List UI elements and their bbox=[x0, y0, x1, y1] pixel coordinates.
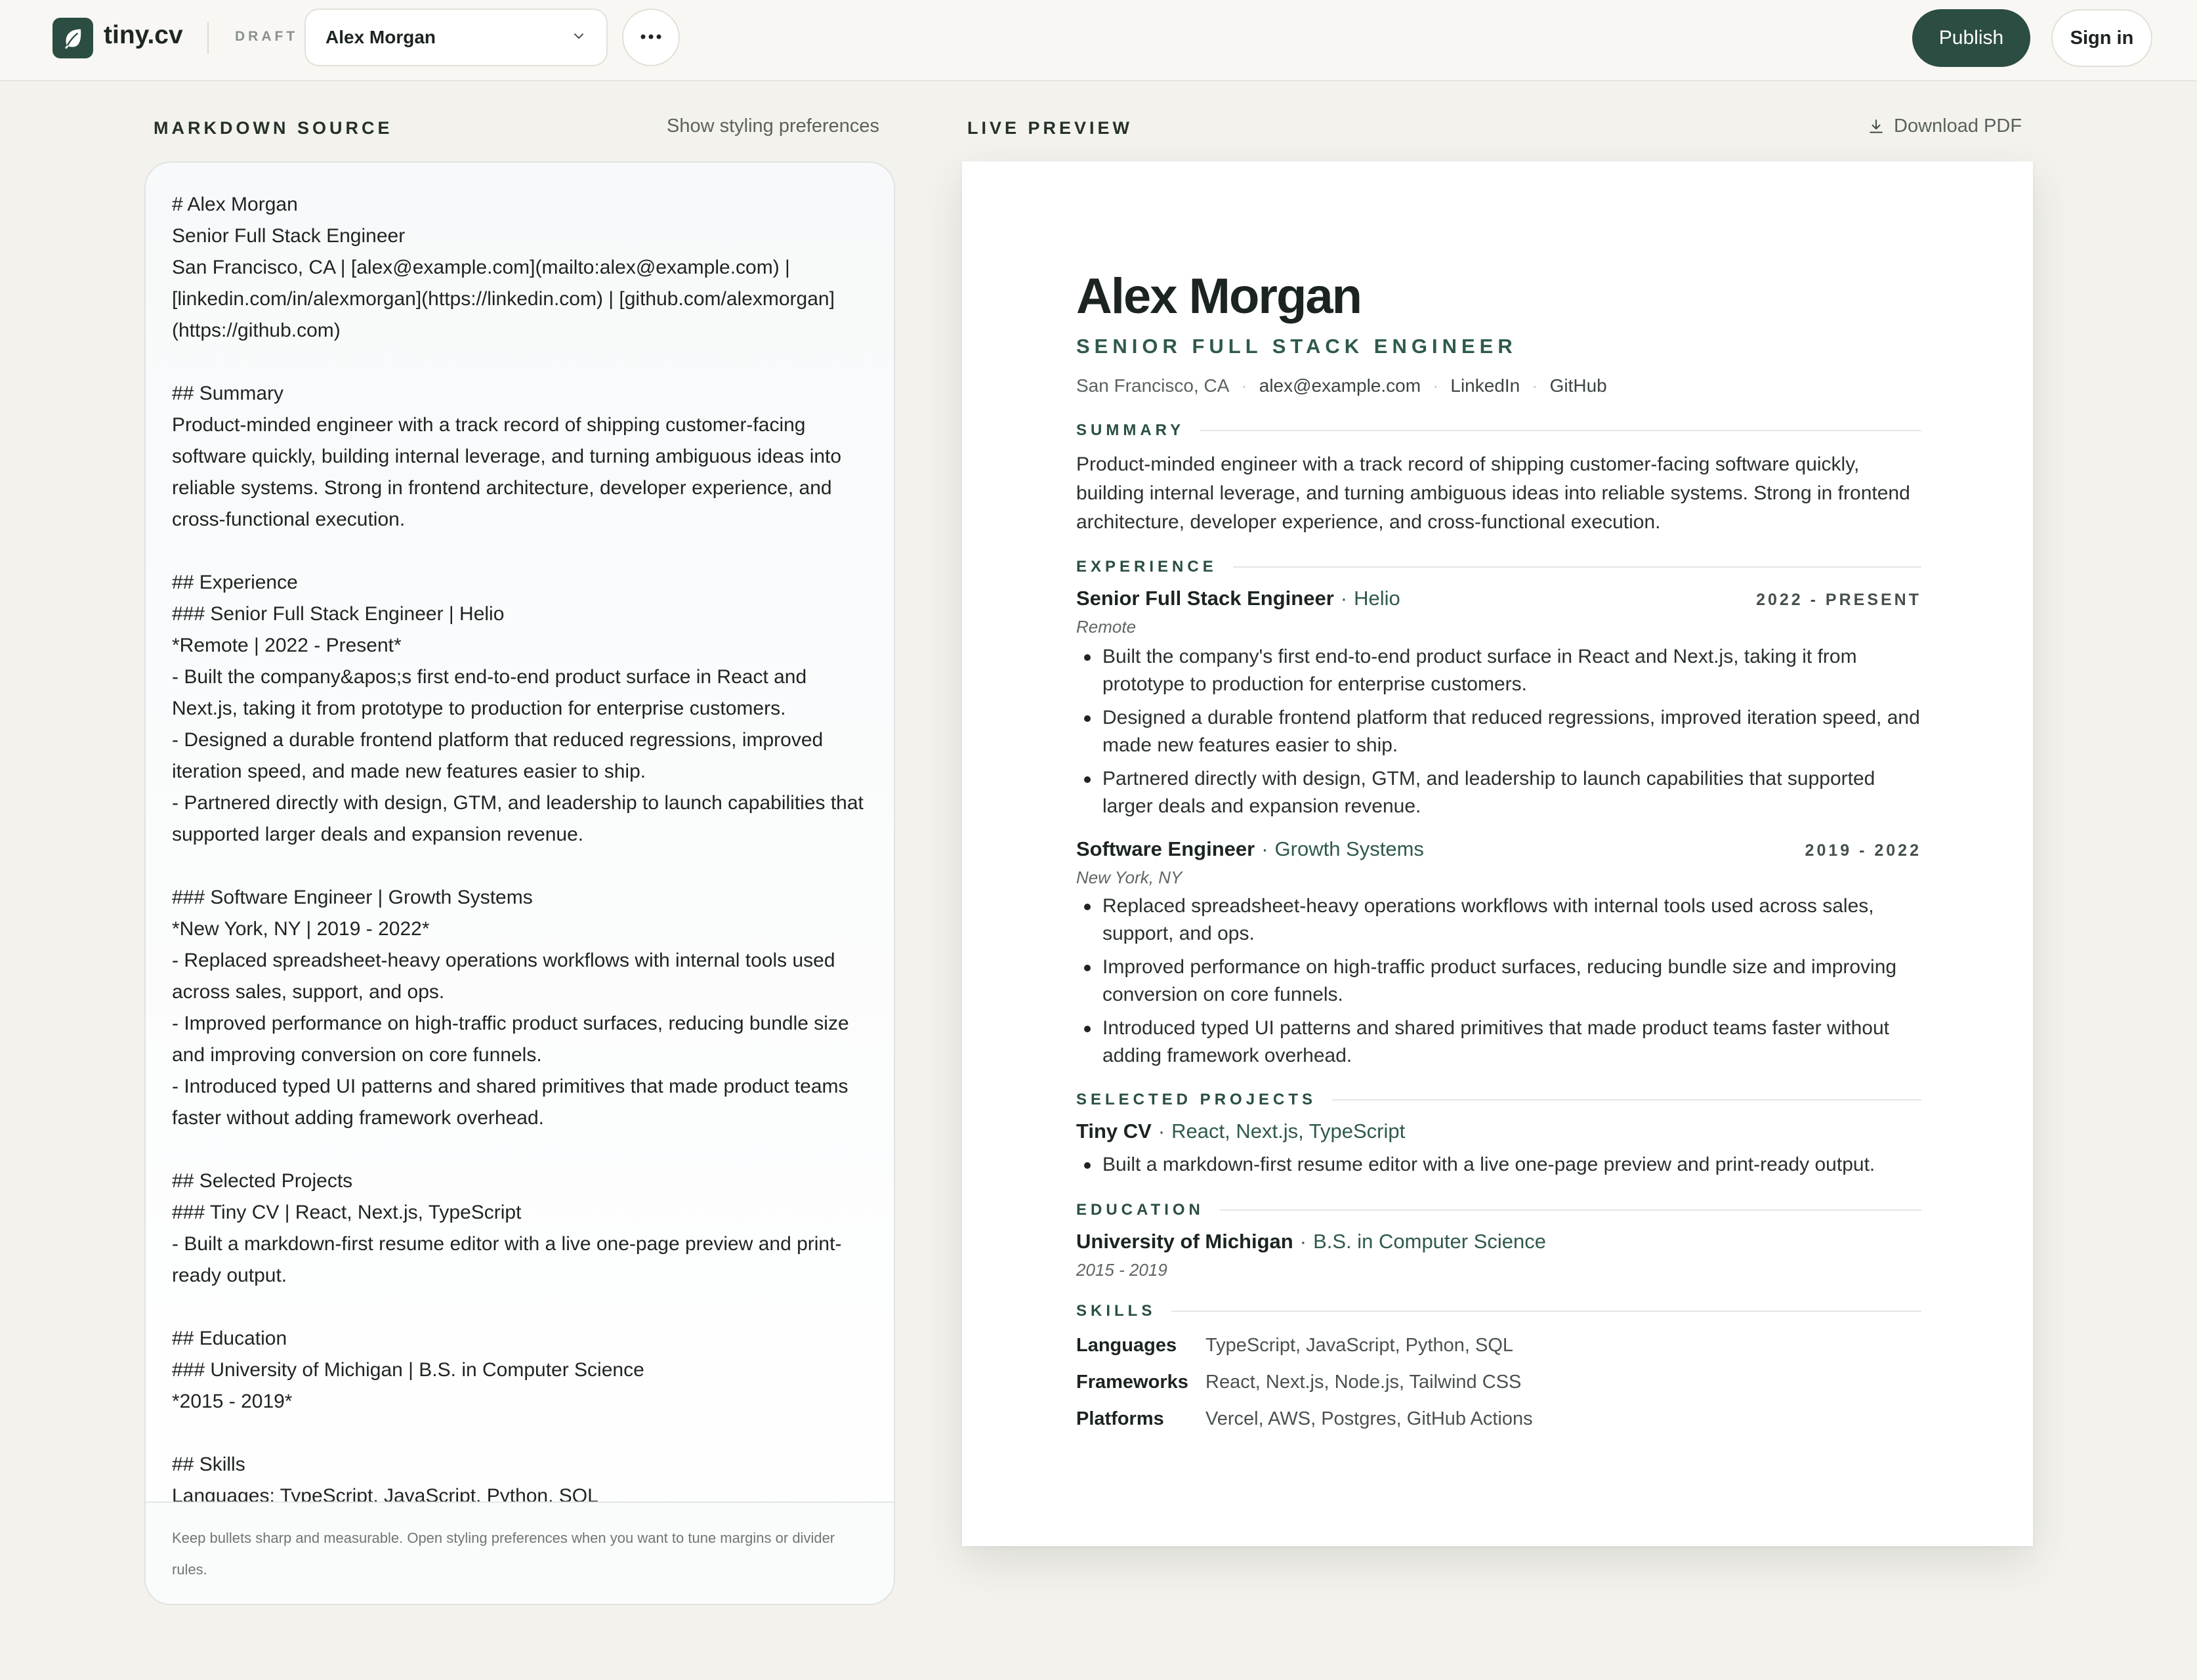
skill-value: React, Next.js, Node.js, Tailwind CSS bbox=[1205, 1372, 1522, 1393]
dot-separator: · bbox=[1340, 587, 1348, 610]
project-name: Tiny CV bbox=[1076, 1120, 1152, 1143]
job-title: Senior Full Stack Engineer bbox=[1076, 587, 1334, 610]
skill-value: Vercel, AWS, Postgres, GitHub Actions bbox=[1205, 1408, 1533, 1429]
education-dates: 2015 - 2019 bbox=[1076, 1260, 1167, 1280]
skill-key: Languages bbox=[1076, 1335, 1177, 1356]
section-label: EXPERIENCE bbox=[1076, 558, 1217, 576]
resume-contact: San Francisco, CA · alex@example.com · L… bbox=[1076, 375, 1607, 396]
markdown-editor-panel: # Alex Morgan Senior Full Stack Engineer… bbox=[144, 161, 895, 1605]
education-section-heading: EDUCATION bbox=[1076, 1201, 1921, 1219]
top-bar: tiny.cv DRAFT Alex Morgan Publish Sign i… bbox=[0, 0, 2197, 81]
skill-key: Frameworks bbox=[1076, 1372, 1188, 1393]
status-badge: DRAFT bbox=[235, 29, 299, 44]
skill-key: Platforms bbox=[1076, 1408, 1164, 1429]
more-options-button[interactable] bbox=[622, 9, 680, 66]
contact-email-link[interactable]: alex@example.com bbox=[1259, 375, 1421, 396]
dot-separator: · bbox=[1299, 1230, 1307, 1253]
app-logo-text[interactable]: tiny.cv bbox=[104, 21, 183, 50]
bullet-item: Partnered directly with design, GTM, and… bbox=[1076, 765, 1923, 820]
project-stack: React, Next.js, TypeScript bbox=[1171, 1120, 1406, 1143]
job-company: Growth Systems bbox=[1274, 837, 1424, 860]
section-rule bbox=[1219, 1209, 1921, 1211]
section-rule bbox=[1171, 1311, 1921, 1312]
dot-separator: · bbox=[1532, 375, 1538, 396]
experience-section-heading: EXPERIENCE bbox=[1076, 558, 1921, 576]
job-bullets: Replaced spreadsheet-heavy operations wo… bbox=[1076, 892, 1923, 1076]
bullet-item: Designed a durable frontend platform tha… bbox=[1076, 704, 1923, 759]
section-rule bbox=[1200, 430, 1921, 431]
markdown-source-textarea[interactable]: # Alex Morgan Senior Full Stack Engineer… bbox=[172, 189, 868, 1502]
leaf-icon[interactable] bbox=[52, 18, 93, 58]
contact-github-link[interactable]: GitHub bbox=[1550, 375, 1607, 396]
summary-section-heading: SUMMARY bbox=[1076, 421, 1921, 440]
resume-name: Alex Morgan bbox=[1076, 268, 1362, 324]
skills-section-heading: SKILLS bbox=[1076, 1302, 1921, 1320]
project-bullets: Built a markdown-first resume editor wit… bbox=[1076, 1151, 1923, 1185]
job-dates: 2022 - PRESENT bbox=[1756, 591, 1921, 609]
chevron-down-icon bbox=[571, 28, 587, 47]
contact-location: San Francisco, CA bbox=[1076, 375, 1230, 396]
job-location: Remote bbox=[1076, 617, 1137, 637]
contact-linkedin-link[interactable]: LinkedIn bbox=[1450, 375, 1520, 396]
ellipsis-icon bbox=[640, 32, 662, 43]
document-select[interactable]: Alex Morgan bbox=[304, 9, 608, 66]
skill-row: Platforms Vercel, AWS, Postgres, GitHub … bbox=[1076, 1408, 1533, 1430]
job-company: Helio bbox=[1354, 587, 1400, 610]
section-label: SKILLS bbox=[1076, 1302, 1156, 1320]
resume-title: SENIOR FULL STACK ENGINEER bbox=[1076, 335, 1517, 358]
bullet-item: Built the company's first end-to-end pro… bbox=[1076, 643, 1923, 698]
markdown-source-heading: MARKDOWN SOURCE bbox=[154, 118, 393, 138]
editor-hint: Keep bullets sharp and measurable. Open … bbox=[146, 1502, 894, 1604]
summary-text: Product-minded engineer with a track rec… bbox=[1076, 453, 1910, 533]
job-bullets: Built the company's first end-to-end pro… bbox=[1076, 643, 1923, 826]
skill-value: TypeScript, JavaScript, Python, SQL bbox=[1205, 1335, 1514, 1356]
download-pdf-button[interactable]: Download PDF bbox=[1868, 116, 2022, 137]
document-name: Alex Morgan bbox=[325, 27, 436, 47]
skill-row: Frameworks React, Next.js, Node.js, Tail… bbox=[1076, 1372, 1521, 1393]
skill-row: Languages TypeScript, JavaScript, Python… bbox=[1076, 1335, 1513, 1356]
dot-separator: · bbox=[1261, 837, 1268, 860]
show-styling-preferences-link[interactable]: Show styling preferences bbox=[667, 116, 879, 137]
bullet-item: Improved performance on high-traffic pro… bbox=[1076, 954, 1923, 1009]
job-dates: 2019 - 2022 bbox=[1805, 841, 1921, 860]
dot-separator: · bbox=[1158, 1120, 1165, 1143]
bullet-item: Replaced spreadsheet-heavy operations wo… bbox=[1076, 892, 1923, 948]
section-label: SUMMARY bbox=[1076, 421, 1185, 439]
download-icon bbox=[1868, 118, 1885, 135]
sign-in-button[interactable]: Sign in bbox=[2051, 9, 2152, 67]
section-rule bbox=[1332, 1099, 1921, 1101]
resume-preview: Alex Morgan SENIOR FULL STACK ENGINEER S… bbox=[962, 161, 2033, 1546]
bullet-item: Introduced typed UI patterns and shared … bbox=[1076, 1015, 1923, 1070]
publish-button[interactable]: Publish bbox=[1912, 9, 2030, 67]
divider bbox=[207, 22, 209, 54]
dot-separator: · bbox=[1241, 375, 1247, 396]
project-heading: Tiny CV · React, Next.js, TypeScript bbox=[1076, 1120, 1921, 1143]
section-label: SELECTED PROJECTS bbox=[1076, 1091, 1317, 1108]
job-heading: Software Engineer · Growth Systems 2019 … bbox=[1076, 837, 1921, 861]
projects-section-heading: SELECTED PROJECTS bbox=[1076, 1091, 1921, 1109]
live-preview-heading: LIVE PREVIEW bbox=[967, 118, 1133, 138]
education-heading: University of Michigan · B.S. in Compute… bbox=[1076, 1230, 1921, 1253]
job-heading: Senior Full Stack Engineer · Helio 2022 … bbox=[1076, 587, 1921, 610]
download-pdf-label: Download PDF bbox=[1894, 116, 2022, 136]
bullet-item: Built a markdown-first resume editor wit… bbox=[1076, 1151, 1923, 1179]
job-title: Software Engineer bbox=[1076, 837, 1255, 860]
dot-separator: · bbox=[1433, 375, 1439, 396]
section-label: EDUCATION bbox=[1076, 1201, 1204, 1219]
job-location: New York, NY bbox=[1076, 868, 1182, 887]
school-name: University of Michigan bbox=[1076, 1230, 1293, 1253]
section-rule bbox=[1232, 566, 1921, 568]
degree: B.S. in Computer Science bbox=[1313, 1230, 1547, 1253]
